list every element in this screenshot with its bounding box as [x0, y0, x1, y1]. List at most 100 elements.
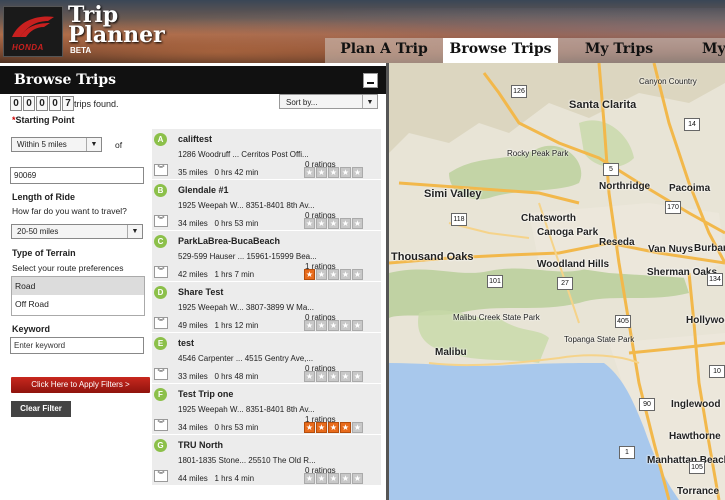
highway-shield: 126 [511, 85, 527, 98]
star-icon[interactable]: ★ [316, 422, 327, 433]
star-icon[interactable]: ★ [316, 269, 327, 280]
trip-distance-time: 35 miles 0 hrs 42 min [178, 168, 259, 177]
trip-name[interactable]: Glendale #1 [178, 185, 229, 195]
honda-logo[interactable]: HONDA [3, 6, 63, 57]
star-icon[interactable]: ★ [352, 473, 363, 484]
honda-wing-icon [12, 16, 54, 37]
rating-stars[interactable]: ★ ★ ★ ★ ★ [304, 473, 364, 484]
terrain-option-road[interactable]: Road [12, 277, 144, 295]
star-icon[interactable]: ★ [316, 167, 327, 178]
expand-icon[interactable]: ︾ [154, 266, 168, 278]
rating-stars[interactable]: ★ ★ ★ ★ ★ [304, 422, 364, 433]
trip-name[interactable]: TRU North [178, 440, 223, 450]
trip-distance-time: 34 miles 0 hrs 53 min [178, 219, 259, 228]
trip-name[interactable]: test [178, 338, 194, 348]
star-icon[interactable]: ★ [328, 371, 339, 382]
map-label: Manhattan Beach [647, 455, 725, 466]
counter-digit: 0 [10, 96, 22, 111]
trip-item[interactable]: C ︾ ParkLaBrea-BucaBeach 529-599 Hauser … [152, 231, 381, 282]
terrain-list: Road Off Road [11, 276, 145, 316]
trip-counter: 0 0 0 0 7 [10, 96, 75, 111]
star-icon[interactable]: ★ [340, 269, 351, 280]
star-icon[interactable]: ★ [328, 167, 339, 178]
map[interactable]: Canyon Country Santa Clarita Rocky Peak … [389, 63, 725, 500]
star-icon[interactable]: ★ [352, 371, 363, 382]
star-icon[interactable]: ★ [304, 167, 315, 178]
star-icon[interactable]: ★ [352, 167, 363, 178]
expand-icon[interactable]: ︾ [154, 317, 168, 329]
clear-filter-button[interactable]: Clear Filter [11, 401, 71, 417]
counter-digit: 0 [36, 96, 48, 111]
star-icon[interactable]: ★ [304, 473, 315, 484]
trip-item[interactable]: A ︾ califtest 1286 Woodruff ... Cerritos… [152, 129, 381, 180]
highway-shield: 134 [707, 273, 723, 286]
apply-filters-button[interactable]: Click Here to Apply Filters > [11, 377, 150, 393]
terrain-hint: Select your route preferences [12, 263, 124, 273]
map-label: Hollywood [686, 315, 725, 326]
star-icon[interactable]: ★ [340, 422, 351, 433]
terrain-option-off-road[interactable]: Off Road [12, 295, 144, 313]
star-icon[interactable]: ★ [304, 422, 315, 433]
star-icon[interactable]: ★ [328, 269, 339, 280]
trip-name[interactable]: ParkLaBrea-BucaBeach [178, 236, 280, 246]
terrain-label: Type of Terrain [12, 248, 76, 258]
expand-icon[interactable]: ︾ [154, 368, 168, 380]
star-icon[interactable]: ★ [304, 320, 315, 331]
star-icon[interactable]: ★ [340, 218, 351, 229]
chevron-down-icon: ▼ [362, 95, 377, 108]
star-icon[interactable]: ★ [328, 320, 339, 331]
map-label: Northridge [599, 181, 651, 192]
rating-stars[interactable]: ★ ★ ★ ★ ★ [304, 218, 364, 229]
sort-dropdown[interactable]: Sort by... ▼ [279, 94, 378, 109]
star-icon[interactable]: ★ [316, 320, 327, 331]
trip-item[interactable]: B ︾ Glendale #1 1925 Weepah W... 8351-84… [152, 180, 381, 231]
map-label: Woodland Hills [537, 259, 610, 270]
star-icon[interactable]: ★ [328, 422, 339, 433]
expand-icon[interactable]: ︾ [154, 215, 168, 227]
highway-shield: 5 [603, 163, 619, 176]
panel-title: Browse Trips [14, 72, 117, 88]
tab-my-overflow[interactable]: My [702, 38, 725, 63]
rating-stars[interactable]: ★ ★ ★ ★ ★ [304, 320, 364, 331]
within-distance-select[interactable]: Within 5 miles ▼ [11, 137, 102, 152]
star-icon[interactable]: ★ [352, 422, 363, 433]
star-icon[interactable]: ★ [352, 269, 363, 280]
tab-plan-a-trip[interactable]: Plan A Trip [330, 38, 438, 63]
rating-stars[interactable]: ★ ★ ★ ★ ★ [304, 269, 364, 280]
map-label: Topanga State Park [564, 335, 635, 344]
star-icon[interactable]: ★ [352, 320, 363, 331]
trip-item[interactable]: F ︾ Test Trip one 1925 Weepah W... 8351-… [152, 384, 381, 435]
keyword-input[interactable]: Enter keyword [10, 337, 144, 354]
trip-item[interactable]: E ︾ test 4546 Carpenter ... 4515 Gentry … [152, 333, 381, 384]
trip-name[interactable]: califtest [178, 134, 212, 144]
header: HONDA Trip Planner BETA Plan A Trip Brow… [0, 0, 725, 63]
rating-stars[interactable]: ★ ★ ★ ★ ★ [304, 371, 364, 382]
star-icon[interactable]: ★ [316, 218, 327, 229]
star-icon[interactable]: ★ [340, 371, 351, 382]
star-icon[interactable]: ★ [316, 473, 327, 484]
star-icon[interactable]: ★ [328, 218, 339, 229]
trip-name[interactable]: Test Trip one [178, 389, 233, 399]
expand-icon[interactable]: ︾ [154, 419, 168, 431]
star-icon[interactable]: ★ [304, 371, 315, 382]
length-select[interactable]: 20-50 miles ▼ [11, 224, 143, 239]
zip-input[interactable]: 90069 [10, 167, 144, 184]
star-icon[interactable]: ★ [340, 473, 351, 484]
expand-icon[interactable]: ︾ [154, 470, 168, 482]
minimize-icon[interactable] [363, 73, 378, 88]
star-icon[interactable]: ★ [352, 218, 363, 229]
tab-my-trips[interactable]: My Trips [568, 38, 670, 63]
star-icon[interactable]: ★ [340, 320, 351, 331]
trip-item[interactable]: D ︾ Share Test 1925 Weepah W... 3807-389… [152, 282, 381, 333]
star-icon[interactable]: ★ [316, 371, 327, 382]
star-icon[interactable]: ★ [304, 269, 315, 280]
trip-name[interactable]: Share Test [178, 287, 223, 297]
expand-icon[interactable]: ︾ [154, 164, 168, 176]
tab-browse-trips[interactable]: Browse Trips [443, 38, 558, 63]
star-icon[interactable]: ★ [328, 473, 339, 484]
star-icon[interactable]: ★ [340, 167, 351, 178]
highway-shield: 1 [619, 446, 635, 459]
trip-item[interactable]: G ︾ TRU North 1801-1835 Stone... 25510 T… [152, 435, 381, 486]
star-icon[interactable]: ★ [304, 218, 315, 229]
rating-stars[interactable]: ★ ★ ★ ★ ★ [304, 167, 364, 178]
